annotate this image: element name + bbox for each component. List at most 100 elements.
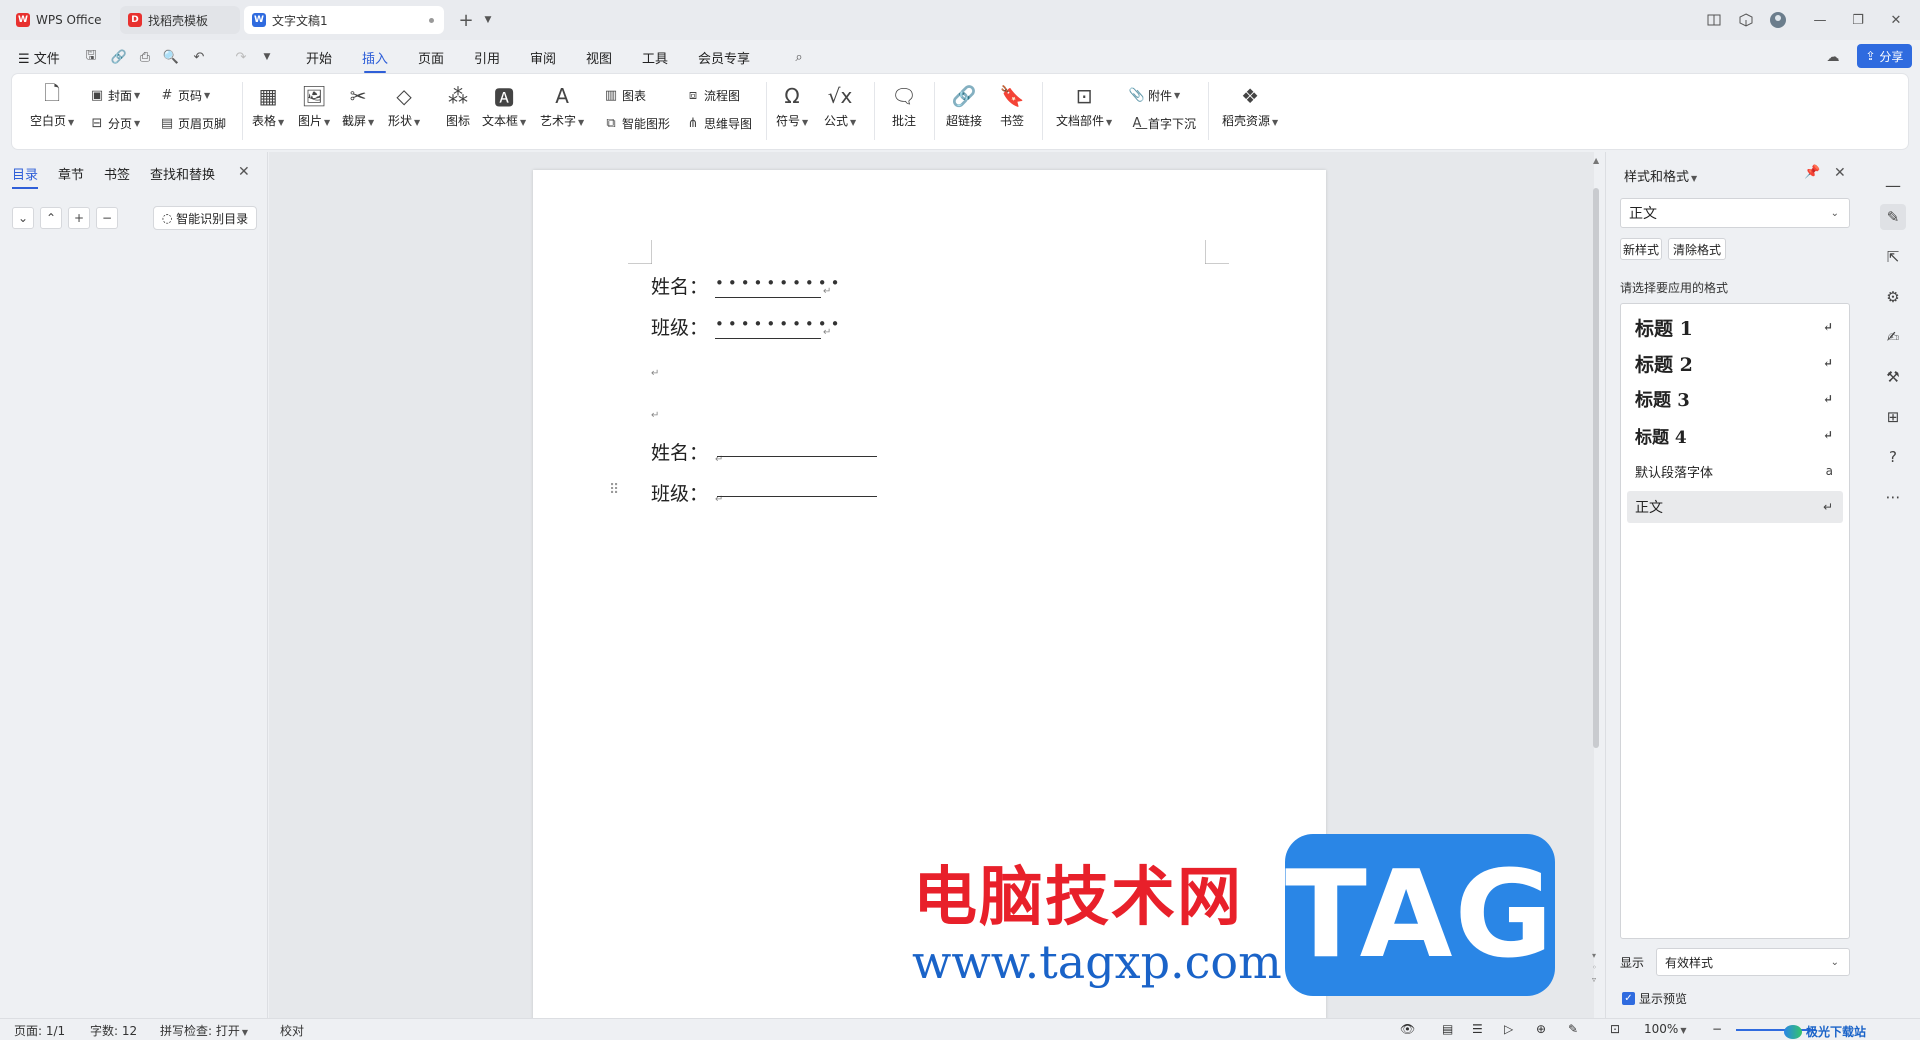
panel-close-icon[interactable]: ✕ [1834, 165, 1846, 181]
drag-handle-icon[interactable]: ⠿ [609, 482, 619, 498]
docer-resources-button[interactable]: ❖ 稻壳资源 ▼ [1222, 82, 1278, 129]
menu-page[interactable]: 页面 [418, 48, 444, 67]
hyperlink-button[interactable]: 🔗 超链接 [946, 82, 982, 129]
quick-access-chevron-icon[interactable]: ▼ [258, 48, 276, 66]
vertical-scrollbar[interactable]: ▲ ▾ ◦ ▿ [1589, 152, 1603, 1018]
style-default-paragraph-font[interactable]: 默认段落字体 a [1627, 455, 1843, 487]
mindmap-button[interactable]: ⋔ 思维导图 [684, 114, 752, 132]
chart-button[interactable]: ▥ 图表 [602, 86, 646, 104]
class-solid-underline[interactable] [717, 496, 877, 497]
picture-button[interactable]: 🖼 图片 ▼ [298, 82, 330, 129]
zoom-out-icon[interactable]: − [1712, 1022, 1722, 1036]
textbox-button[interactable]: 🅰 文本框 ▼ [482, 82, 526, 129]
spell-check-status[interactable]: 拼写检查: 打开 ▼ [160, 1022, 248, 1039]
sidebar-collapse-icon[interactable]: — [1880, 172, 1906, 198]
style-heading-2[interactable]: 标题 2 ↵ [1627, 347, 1843, 379]
nav-tab-bookmarks[interactable]: 书签 [104, 164, 130, 183]
select-pointer-icon[interactable]: ⇱ [1880, 244, 1906, 270]
pen-icon[interactable]: ✎ [1568, 1022, 1578, 1036]
styles-panel-title[interactable]: 样式和格式 ▼ [1624, 166, 1697, 185]
help-icon[interactable]: ? [1880, 444, 1906, 470]
table-button[interactable]: ▦ 表格 ▼ [252, 82, 284, 129]
symbol-button[interactable]: Ω 符号 ▼ [776, 82, 808, 129]
unsaved-dot-icon[interactable] [429, 18, 434, 23]
shape-button[interactable]: ◇ 形状 ▼ [388, 82, 420, 129]
search-icon[interactable]: ⌕ [790, 48, 808, 66]
avatar[interactable] [1768, 10, 1788, 30]
name-solid-underline[interactable] [717, 456, 877, 457]
comment-button[interactable]: 🗨 批注 [890, 82, 918, 129]
new-tab-plus-icon[interactable]: + [456, 10, 476, 31]
screenshot-button[interactable]: ✂ 截屏 ▼ [342, 82, 374, 129]
edit-sign-icon[interactable]: ✍ [1880, 324, 1906, 350]
save-icon[interactable]: 🖫 [82, 48, 100, 66]
formula-button[interactable]: √x 公式 ▼ [824, 82, 856, 129]
menu-review[interactable]: 审阅 [530, 48, 556, 67]
tab-wps-office[interactable]: W WPS Office [8, 6, 116, 34]
book-search-icon[interactable]: ⊞ [1880, 404, 1906, 430]
page-nav-icons[interactable]: ▾ ◦ ▿ [1592, 950, 1597, 986]
minimize-icon[interactable]: — [1810, 10, 1830, 30]
current-style-select[interactable]: 正文 ⌄ [1620, 198, 1850, 228]
nav-tab-toc[interactable]: 目录 [12, 164, 39, 189]
style-normal[interactable]: 正文 ↵ [1627, 491, 1843, 523]
share-button[interactable]: ⇪ 分享 [1857, 44, 1912, 68]
style-format-icon[interactable]: ✎ [1880, 204, 1906, 230]
close-icon[interactable]: ✕ [1886, 10, 1906, 30]
cube-icon[interactable] [1736, 10, 1756, 30]
tab-list-chevron-icon[interactable]: ▼ [478, 10, 498, 30]
new-style-button[interactable]: 新样式 [1620, 238, 1662, 260]
restore-icon[interactable]: ❐ [1848, 10, 1868, 30]
scroll-up-icon[interactable]: ▲ [1593, 156, 1599, 165]
style-heading-4[interactable]: 标题 4 ↵ [1627, 419, 1843, 451]
smart-toc-button[interactable]: ◌ 智能识别目录 [153, 206, 257, 230]
header-footer-button[interactable]: ▤ 页眉页脚 [158, 114, 226, 132]
name-dotted-underline[interactable]: •••••••••• [715, 276, 839, 298]
play-icon[interactable]: ▷ [1504, 1022, 1513, 1036]
fit-page-icon[interactable]: ⊡ [1610, 1022, 1620, 1036]
scroll-thumb[interactable] [1593, 188, 1599, 748]
nav-close-icon[interactable]: ✕ [238, 164, 250, 180]
page-break-button[interactable]: ⊟ 分页 ▼ [88, 114, 141, 132]
show-preview-checkbox[interactable]: ✓ 显示预览 [1622, 990, 1687, 1007]
word-count[interactable]: 字数: 12 [90, 1022, 137, 1039]
tools-icon[interactable]: ⚒ [1880, 364, 1906, 390]
flowchart-button[interactable]: ⧈ 流程图 [684, 86, 740, 104]
collapse-minus-icon[interactable]: − [96, 207, 118, 229]
print-icon[interactable]: ⎙ [136, 48, 154, 66]
zoom-level[interactable]: 100% ▼ [1644, 1022, 1686, 1036]
page-view-icon[interactable]: ▤ [1442, 1022, 1453, 1036]
smart-graphic-button[interactable]: ⧉ 智能图形 [602, 114, 670, 132]
bookmark-button[interactable]: 🔖 书签 [998, 82, 1026, 129]
file-menu[interactable]: ☰ 文件 [18, 48, 60, 67]
menu-references[interactable]: 引用 [474, 48, 500, 67]
menu-view[interactable]: 视图 [586, 48, 612, 67]
page-number-button[interactable]: # 页码 ▼ [158, 86, 211, 104]
menu-insert[interactable]: 插入 [362, 48, 388, 73]
clear-format-button[interactable]: 清除格式 [1668, 238, 1726, 260]
show-styles-select[interactable]: 有效样式 ⌄ [1656, 948, 1850, 976]
tab-document-1[interactable]: W 文字文稿1 [244, 6, 444, 34]
wordart-button[interactable]: A 艺术字 ▼ [540, 82, 584, 129]
outline-view-icon[interactable]: ☰ [1472, 1022, 1483, 1036]
chevron-down-icon[interactable]: ⌄ [12, 207, 34, 229]
nav-tab-find-replace[interactable]: 查找和替换 [150, 164, 215, 183]
layout-icon[interactable] [1704, 10, 1724, 30]
style-heading-1[interactable]: 标题 1 ↵ [1627, 311, 1843, 343]
nav-tab-chapters[interactable]: 章节 [58, 164, 84, 183]
drop-cap-button[interactable]: A͟ 首字下沉 [1128, 114, 1196, 132]
print-preview-icon[interactable]: 🔍 [162, 48, 180, 66]
tab-docer-templates[interactable]: D 找稻壳模板 [120, 6, 240, 34]
eye-protection-icon[interactable]: 👁 [1400, 1022, 1415, 1036]
redo-icon[interactable]: ↷ [232, 48, 250, 66]
proofread-button[interactable]: 校对 [280, 1022, 304, 1039]
chevron-up-icon[interactable]: ⌃ [40, 207, 62, 229]
doc-parts-button[interactable]: ⊡ 文档部件 ▼ [1056, 82, 1112, 129]
class-dotted-underline[interactable]: •••••••••• [715, 317, 839, 339]
blank-page-button[interactable]: 🗋 空白页 ▼ [30, 81, 74, 129]
menu-start[interactable]: 开始 [306, 48, 332, 67]
page-count[interactable]: 页面: 1/1 [14, 1022, 65, 1039]
cover-button[interactable]: ▣ 封面 ▼ [88, 86, 140, 104]
expand-plus-icon[interactable]: + [68, 207, 90, 229]
menu-member[interactable]: 会员专享 [698, 48, 750, 67]
